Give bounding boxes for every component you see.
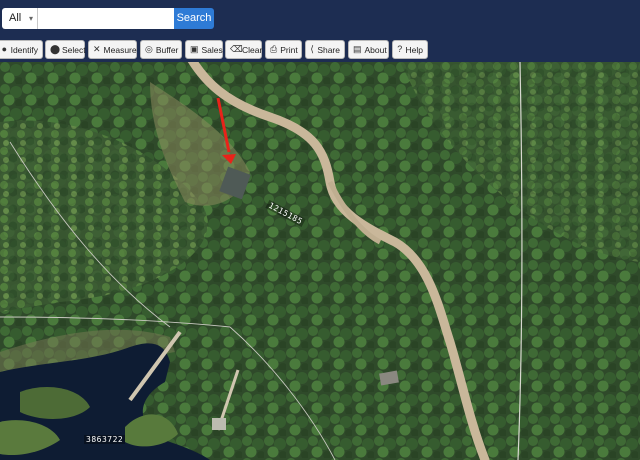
print-button[interactable]: ⎙ Print bbox=[265, 40, 302, 59]
identify-label: Identify bbox=[10, 44, 38, 55]
printer-icon: ⎙ bbox=[270, 44, 278, 54]
sales-icon: ▣ bbox=[190, 44, 199, 54]
info-panel-icon: ▤ bbox=[353, 44, 362, 54]
print-label: Print bbox=[280, 44, 298, 55]
sales-button[interactable]: ▣ Sales bbox=[185, 40, 223, 59]
sales-label: Sales bbox=[201, 44, 223, 55]
search-button[interactable]: Search bbox=[174, 8, 214, 29]
map-pin-icon: ⬤ bbox=[50, 44, 61, 54]
help-icon: ? bbox=[397, 44, 403, 54]
about-label: About bbox=[364, 44, 387, 55]
help-button[interactable]: ? Help bbox=[392, 40, 428, 59]
search-input[interactable] bbox=[38, 8, 174, 29]
select-label: Select bbox=[62, 44, 86, 55]
help-label: Help bbox=[405, 44, 423, 55]
ruler-icon: ✕ bbox=[93, 44, 101, 54]
identify-button[interactable]: ● Identify bbox=[0, 40, 43, 59]
measure-label: Measure bbox=[103, 44, 137, 55]
share-label: Share bbox=[317, 44, 340, 55]
parcel-label: 3863722 bbox=[84, 435, 126, 444]
aerial-imagery bbox=[0, 62, 640, 460]
share-icon: ⟨ bbox=[310, 44, 314, 54]
search-bar: All ▾ Search bbox=[0, 0, 640, 38]
aerial-map[interactable]: 1215185 3863722 bbox=[0, 62, 640, 460]
measure-button[interactable]: ✕ Measure bbox=[88, 40, 137, 59]
clear-button[interactable]: ⌫ Clear bbox=[225, 40, 262, 59]
buffer-icon: ◎ bbox=[145, 44, 153, 54]
chevron-down-icon: ▾ bbox=[28, 14, 33, 23]
search-scope-select[interactable]: All ▾ bbox=[2, 8, 38, 29]
clear-label: Clear bbox=[242, 44, 263, 55]
select-button[interactable]: ⬤ Select bbox=[45, 40, 86, 59]
search-scope-value: All bbox=[9, 12, 22, 24]
map-toolbar: ● Identify ⬤ Select ✕ Measure ◎ Buffer ▣… bbox=[0, 38, 640, 62]
about-button[interactable]: ▤ About bbox=[348, 40, 389, 59]
eraser-icon: ⌫ bbox=[230, 44, 243, 54]
buffer-label: Buffer bbox=[155, 44, 179, 55]
share-button[interactable]: ⟨ Share bbox=[305, 40, 345, 59]
identify-icon: ● bbox=[1, 44, 8, 54]
buffer-button[interactable]: ◎ Buffer bbox=[140, 40, 182, 59]
